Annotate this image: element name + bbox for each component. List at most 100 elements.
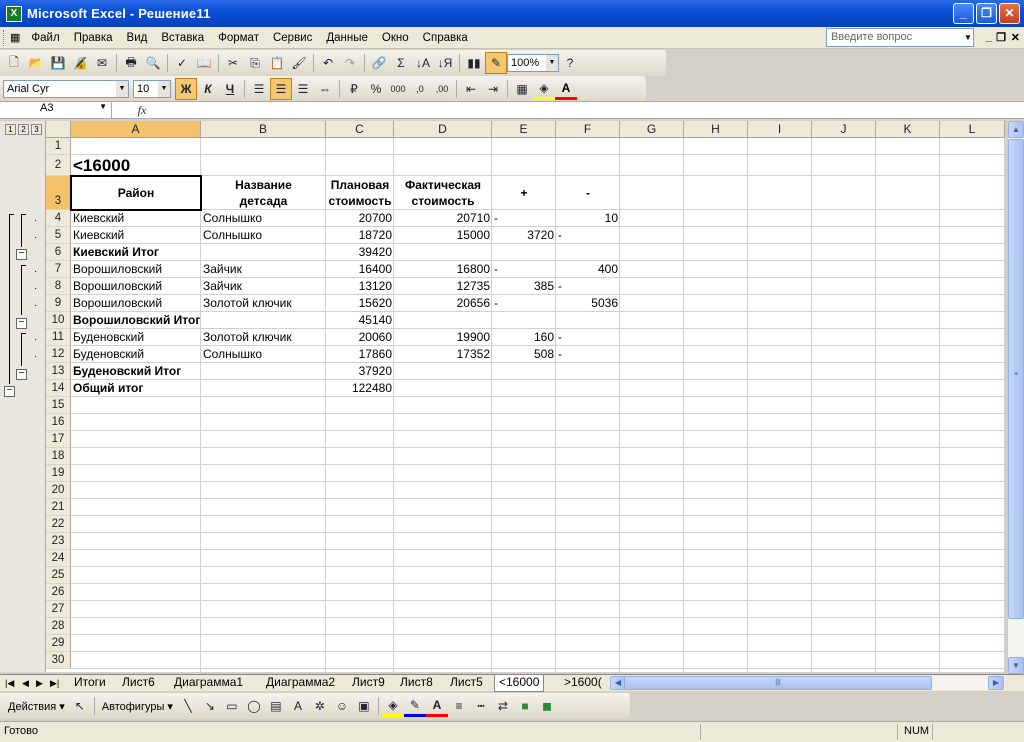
column-header[interactable]: I [748, 121, 812, 138]
currency-icon[interactable]: ₽ [343, 78, 365, 100]
next-sheet-icon[interactable]: ▶ [36, 675, 43, 691]
italic-button[interactable]: К [197, 78, 219, 100]
bold-button[interactable]: Ж [175, 78, 197, 100]
cell-minus[interactable]: - [556, 227, 620, 244]
cell-district[interactable]: Ворошиловский Итог [71, 312, 201, 329]
restore-button[interactable]: ❐ [976, 3, 997, 24]
paste-icon[interactable]: 📋 [266, 52, 288, 74]
decrease-decimal-icon[interactable]: ,00 [431, 78, 453, 100]
actions-menu[interactable]: Действия ▾ [4, 700, 69, 713]
cell-plus[interactable]: - [492, 210, 556, 227]
row-header[interactable]: 23 [46, 533, 71, 550]
autoshapes-menu[interactable]: Автофигуры ▾ [98, 700, 177, 713]
cell-actual[interactable] [394, 244, 492, 261]
insert-function-icon[interactable]: fx [112, 103, 172, 118]
drawing-icon[interactable]: ✎ [485, 52, 507, 74]
percent-button[interactable]: % [365, 78, 387, 100]
row-header[interactable]: 9 [46, 295, 71, 312]
select-objects-icon[interactable]: ↖ [69, 695, 91, 717]
cell-district[interactable]: Ворошиловский [71, 278, 201, 295]
menu-insert[interactable]: Вставка [154, 32, 211, 44]
cell-kindergarten[interactable]: Солнышко [201, 346, 326, 363]
outline-level-2-button[interactable]: 2 [18, 124, 29, 135]
sheet-tab[interactable]: >1600( [560, 675, 608, 691]
column-header[interactable]: A [71, 121, 201, 138]
cell-planned[interactable]: 16400 [326, 261, 394, 278]
redo-icon[interactable]: ↷ [339, 52, 361, 74]
row-header[interactable]: 25 [46, 567, 71, 584]
cell-district[interactable]: Ворошиловский [71, 261, 201, 278]
font-color-icon[interactable]: A [425, 695, 448, 717]
cell-planned[interactable]: 20700 [326, 210, 394, 227]
scroll-down-icon[interactable]: ▼ [1008, 657, 1024, 674]
print-icon[interactable]: 🖶 [120, 52, 142, 74]
cell-district[interactable]: Общий итог [71, 380, 201, 397]
clipart-icon[interactable]: ☺ [331, 695, 353, 717]
row-header[interactable]: 26 [46, 584, 71, 601]
cell-actual[interactable]: 15000 [394, 227, 492, 244]
cell-plus[interactable] [492, 363, 556, 380]
copy-icon[interactable]: ⎘ [244, 52, 266, 74]
cell-kindergarten[interactable]: Золотой ключик [201, 295, 326, 312]
align-left-icon[interactable]: ☰ [248, 78, 270, 100]
line-style-icon[interactable]: ≡ [448, 695, 470, 717]
chart-wizard-icon[interactable]: ▮▮ [463, 52, 485, 74]
cell-plus[interactable] [492, 244, 556, 261]
cell-actual[interactable]: 16800 [394, 261, 492, 278]
cell-planned[interactable]: 20060 [326, 329, 394, 346]
sort-desc-icon[interactable]: ↓Я [434, 52, 456, 74]
last-sheet-icon[interactable]: ▶| [50, 675, 59, 691]
row-header[interactable]: 17 [46, 431, 71, 448]
column-header[interactable]: J [812, 121, 876, 138]
formula-input[interactable] [172, 102, 1024, 118]
column-header[interactable]: C [326, 121, 394, 138]
cell-minus[interactable] [556, 363, 620, 380]
cell-district[interactable]: Киевский Итог [71, 244, 201, 261]
arrow-style-icon[interactable]: ⇄ [492, 695, 514, 717]
toolbar-grip[interactable] [3, 29, 6, 46]
cell-plus[interactable]: 508 [492, 346, 556, 363]
open-icon[interactable]: 📂 [25, 52, 47, 74]
menu-edit[interactable]: Правка [67, 32, 120, 44]
collapse-group-button[interactable]: − [16, 249, 27, 260]
diagram-icon[interactable]: ✲ [309, 695, 331, 717]
row-header[interactable]: 30 [46, 652, 71, 669]
shadow-icon[interactable]: ■ [514, 695, 536, 717]
help-icon[interactable]: ? [559, 52, 581, 74]
cell-district[interactable]: Ворошиловский [71, 295, 201, 312]
menu-file[interactable]: Файл [24, 32, 66, 44]
cell-planned[interactable]: 37920 [326, 363, 394, 380]
increase-decimal-icon[interactable]: ,0 [409, 78, 431, 100]
row-header[interactable]: 24 [46, 550, 71, 567]
cell-kindergarten[interactable] [201, 363, 326, 380]
row-header[interactable]: 29 [46, 635, 71, 652]
align-right-icon[interactable]: ☰ [292, 78, 314, 100]
close-button[interactable]: ✕ [999, 3, 1020, 24]
undo-icon[interactable]: ↶ [317, 52, 339, 74]
align-center-icon[interactable]: ☰ [270, 78, 292, 100]
cell-minus[interactable] [556, 312, 620, 329]
cell-planned[interactable]: 122480 [326, 380, 394, 397]
cell-actual[interactable]: 20656 [394, 295, 492, 312]
cell-actual[interactable]: 19900 [394, 329, 492, 346]
cell-planned[interactable]: 45140 [326, 312, 394, 329]
cell-kindergarten[interactable]: Солнышко [201, 210, 326, 227]
cell-minus[interactable] [556, 244, 620, 261]
arrow-icon[interactable]: ↘ [199, 695, 221, 717]
cell-kindergarten[interactable] [201, 312, 326, 329]
column-header[interactable]: F [556, 121, 620, 138]
row-header[interactable]: 6 [46, 244, 71, 261]
doc-icon[interactable]: ▦ [10, 31, 20, 44]
header-kindergarten[interactable]: Название детсада [201, 176, 326, 210]
autosum-icon[interactable]: Σ [390, 52, 412, 74]
cell-kindergarten[interactable] [201, 380, 326, 397]
row-header[interactable]: 5 [46, 227, 71, 244]
minimize-button[interactable]: _ [953, 3, 974, 24]
research-icon[interactable]: 📖 [193, 52, 215, 74]
cell-actual[interactable]: 12735 [394, 278, 492, 295]
name-box[interactable]: A3 ▼ [0, 102, 112, 118]
cell-plus[interactable]: - [492, 261, 556, 278]
cell-minus[interactable]: 5036 [556, 295, 620, 312]
chevron-down-icon[interactable]: ▼ [962, 29, 974, 46]
save-icon[interactable]: 💾 [47, 52, 69, 74]
